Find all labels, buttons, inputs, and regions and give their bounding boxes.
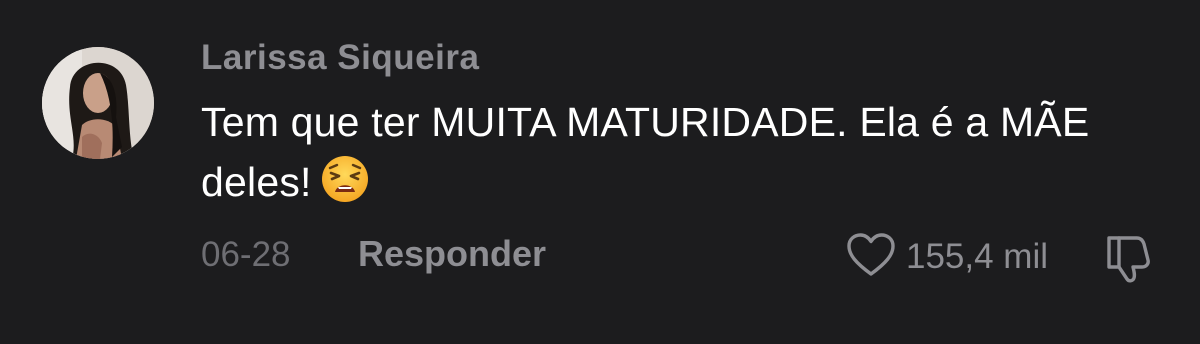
reply-button[interactable]: Responder (358, 233, 546, 275)
comment-author[interactable]: Larissa Siqueira (201, 38, 479, 78)
dislike-button[interactable] (1103, 232, 1159, 284)
comment-date: 06-28 (201, 235, 291, 274)
comment-item: Larissa Siqueira Tem que ter MUITA MATUR… (0, 0, 1200, 344)
weary-face-emoji (320, 154, 370, 204)
thumbs-down-icon[interactable] (1103, 236, 1159, 288)
avatar[interactable] (42, 47, 154, 159)
like-count: 155,4 mil (906, 237, 1049, 276)
like-button[interactable]: 155,4 mil (846, 230, 1048, 284)
comment-text-block: Tem que ter MUITA MATURIDADE. Ela é a MÃ… (201, 92, 1161, 212)
heart-icon[interactable] (846, 232, 896, 283)
